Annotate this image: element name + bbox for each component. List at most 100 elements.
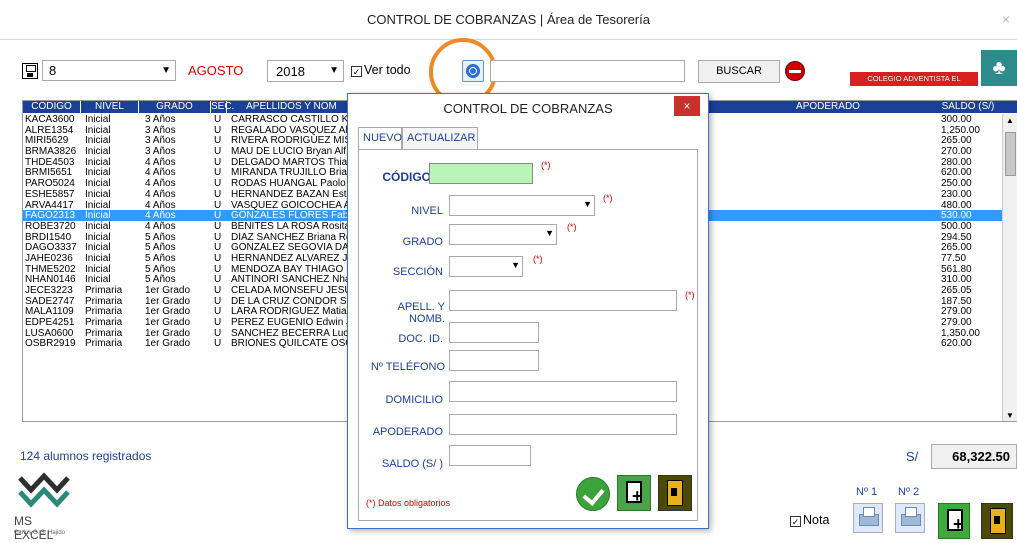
cell-saldo: 620.00: [941, 167, 972, 179]
stop-icon[interactable]: [785, 61, 805, 81]
domicilio-input[interactable]: [449, 381, 677, 402]
nivel-select[interactable]: ▼: [449, 195, 595, 216]
cell-saldo: 294.50: [941, 231, 972, 243]
dialog-title: CONTROL DE COBRANZAS: [443, 101, 613, 116]
search-input[interactable]: [490, 60, 685, 82]
checkbox-checked-icon: ✓: [790, 516, 801, 527]
telefono-input[interactable]: [449, 350, 539, 371]
cell-grado: 5 Años: [145, 263, 176, 275]
tab-actualizar[interactable]: ACTUALIZAR: [402, 127, 478, 149]
col-grado[interactable]: GRADO: [139, 101, 211, 113]
chevron-down-icon: ▼: [583, 199, 592, 209]
cell-nivel: Inicial: [85, 242, 111, 254]
cell-codigo: BRMI5651: [25, 167, 73, 179]
cell-grado: 1er Grado: [145, 285, 191, 296]
cell-codigo: THME5202: [25, 263, 76, 275]
cell-codigo: ESHE5857: [25, 188, 75, 200]
cell-nivel: Inicial: [85, 114, 111, 125]
cell-codigo: ALRE1354: [25, 124, 74, 136]
ver-todo-label: Ver todo: [364, 63, 411, 77]
apoderado-input[interactable]: [449, 414, 677, 435]
col-saldo[interactable]: SALDO (S/): [933, 101, 1003, 113]
cell-nivel: Inicial: [85, 231, 111, 243]
col-apellidos[interactable]: APELLIDOS Y NOM: [227, 101, 357, 113]
cell-grado: 4 Años: [145, 199, 176, 211]
students-count: 124 alumnos registrados: [20, 449, 152, 463]
col-codigo[interactable]: CÓDIGO: [23, 101, 81, 113]
cell-codigo: PARO5024: [25, 178, 75, 190]
codigo-input[interactable]: [429, 163, 533, 184]
apellidos-input[interactable]: [449, 290, 677, 311]
cell-sec: U: [214, 285, 222, 296]
cell-saldo: 279.00: [941, 317, 972, 329]
cell-nombre: RODAS HUANGAL Paolo: [231, 178, 346, 190]
month-label: AGOSTO: [188, 63, 244, 78]
cell-saldo: 77.50: [941, 252, 967, 264]
chevron-down-icon: ▼: [545, 228, 554, 238]
cell-nivel: Primaria: [85, 317, 123, 329]
cell-nivel: Inicial: [85, 274, 111, 286]
cell-sec: U: [214, 338, 222, 350]
cell-nombre: HERNANDEZ BAZAN Esth: [231, 188, 351, 200]
chevron-down-icon: ▼: [329, 65, 339, 76]
cell-grado: 5 Años: [145, 231, 176, 243]
new-record-icon[interactable]: [617, 475, 651, 511]
cell-nombre: BENITES LA ROSA Rosita: [231, 220, 350, 232]
cell-nombre: HERNÁNDEZ ALVAREZ J.: [231, 252, 351, 264]
cell-grado: 4 Años: [145, 210, 176, 222]
grado-select[interactable]: ▼: [449, 224, 557, 245]
cell-nivel: Inicial: [85, 188, 111, 200]
nota-checkbox[interactable]: ✓ Nota: [790, 513, 829, 527]
col-nivel[interactable]: NIVEL: [81, 101, 139, 113]
cell-sec: U: [214, 242, 222, 254]
exit-door-icon[interactable]: [981, 503, 1013, 539]
grado-label: GRADO: [402, 236, 443, 248]
saldo-input[interactable]: [449, 445, 531, 466]
cell-codigo: EDPE4251: [25, 317, 75, 329]
grid-scrollbar[interactable]: ▲ ▼: [1002, 114, 1017, 421]
cell-grado: 1er Grado: [145, 338, 191, 350]
cell-codigo: BRDI1540: [25, 231, 72, 243]
cell-saldo: 1,350.00: [941, 327, 980, 339]
cell-nombre: DELGADO MARTOS Thiac: [231, 156, 351, 168]
cell-grado: 3 Años: [145, 114, 176, 125]
cell-nombre: MAU DE LUCIO Bryan Alf: [231, 146, 347, 158]
cell-sec: U: [214, 124, 222, 136]
window-title: CONTROL DE COBRANZAS | Área de Tesorería: [367, 12, 650, 27]
buscar-button[interactable]: BUSCAR: [698, 60, 780, 83]
cell-sec: U: [214, 306, 222, 318]
accept-check-icon[interactable]: [576, 477, 610, 511]
scroll-down-icon[interactable]: ▼: [1006, 411, 1014, 420]
col-apoderado[interactable]: APODERADO: [723, 101, 933, 113]
year-select[interactable]: 2018 ▼: [267, 60, 344, 82]
dialog-close-icon[interactable]: ×: [674, 96, 700, 116]
cell-nivel: Primaria: [85, 306, 123, 318]
year-value: 2018: [276, 64, 305, 79]
doc-id-input[interactable]: [449, 322, 539, 343]
exit-door-icon[interactable]: [658, 475, 692, 511]
printer-1-icon[interactable]: [853, 503, 883, 533]
ver-todo-checkbox[interactable]: ✓ Ver todo: [351, 63, 411, 77]
cell-sec: U: [214, 327, 222, 339]
cell-nombre: CARRASCO CASTILLO KA: [231, 114, 351, 125]
tab-nuevo[interactable]: NUEVO: [358, 127, 402, 149]
cell-grado: 4 Años: [145, 167, 176, 179]
printer-2-icon[interactable]: [895, 503, 925, 533]
cell-codigo: NHAN0146: [25, 274, 76, 286]
window-close-icon[interactable]: ×: [995, 8, 1017, 30]
cell-nombre: MIRANDA TRUJILLO Briar: [231, 167, 351, 179]
cell-codigo: SADE2747: [25, 295, 75, 307]
scroll-up-icon[interactable]: ▲: [1006, 116, 1014, 125]
save-icon[interactable]: [22, 63, 38, 79]
seccion-select[interactable]: ▼: [449, 256, 523, 277]
scroll-thumb[interactable]: [1005, 132, 1016, 176]
col-sec[interactable]: SEC.: [211, 101, 234, 113]
new-document-icon[interactable]: [938, 503, 970, 539]
doc-id-label: DOC. ID.: [398, 333, 443, 345]
cell-nivel: Inicial: [85, 210, 111, 222]
cell-saldo: 561.80: [941, 263, 972, 275]
cell-sec: U: [214, 146, 222, 158]
print-2-label: Nº 2: [898, 486, 920, 498]
number-select[interactable]: 8 ▼: [42, 60, 176, 81]
cell-nombre: REGALADO VASQUEZ Al: [231, 124, 348, 136]
